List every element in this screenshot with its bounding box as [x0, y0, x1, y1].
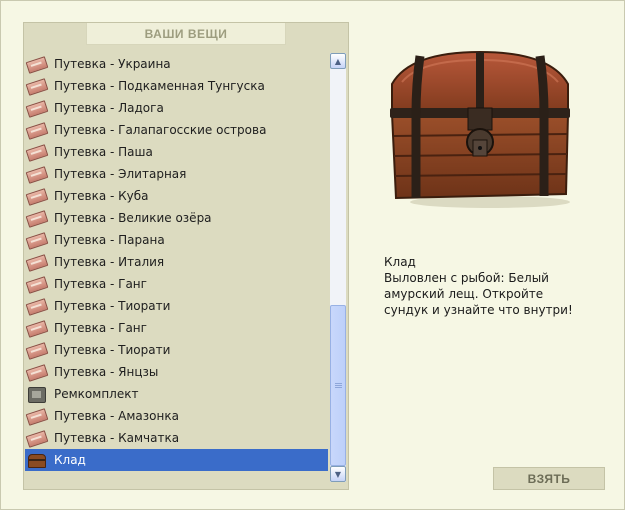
list-item-label: Путевка - Ганг: [54, 277, 147, 291]
list-item[interactable]: Путевка - Ганг: [25, 317, 328, 339]
list-item[interactable]: Путевка - Паша: [25, 141, 328, 163]
list-item-label: Путевка - Тиорати: [54, 299, 171, 313]
list-item[interactable]: Путевка - Элитарная: [25, 163, 328, 185]
list-item-label: Путевка - Италия: [54, 255, 165, 269]
ticket-icon: [25, 122, 49, 140]
item-description: Выловлен с рыбой: Белый амурский лещ. От…: [384, 271, 573, 317]
list-item[interactable]: Путевка - Ганг: [25, 273, 328, 295]
list-item-label: Путевка - Галапагосские острова: [54, 123, 267, 137]
grip-icon: [334, 382, 342, 389]
list-item-label: Путевка - Амазонка: [54, 409, 179, 423]
treasure-chest-icon: [390, 50, 570, 208]
item-detail-panel: Клад Выловлен с рыбой: Белый амурский ле…: [348, 22, 602, 488]
list-item[interactable]: Ремкомплект: [25, 383, 328, 405]
ticket-icon: [25, 210, 49, 228]
ticket-icon: [25, 78, 49, 96]
list-item-label: Путевка - Камчатка: [54, 431, 180, 445]
list-item[interactable]: Путевка - Ладога: [25, 97, 328, 119]
repair-kit-icon: [26, 386, 46, 403]
list-item-label: Путевка - Парана: [54, 233, 165, 247]
list-item[interactable]: Путевка - Подкаменная Тунгуска: [25, 75, 328, 97]
list-item[interactable]: Путевка - Галапагосские острова: [25, 119, 328, 141]
ticket-icon: [25, 56, 49, 74]
list-item-label: Ремкомплект: [54, 387, 139, 401]
list-item-label: Путевка - Янцзы: [54, 365, 159, 379]
list-item[interactable]: Путевка - Парана: [25, 229, 328, 251]
item-name: Клад: [384, 255, 416, 269]
scroll-up-button[interactable]: ▲: [330, 53, 346, 69]
treasure-chest-icon: [26, 452, 46, 468]
ticket-icon: [25, 188, 49, 206]
list-item-label: Путевка - Куба: [54, 189, 149, 203]
ticket-icon: [25, 254, 49, 272]
ticket-icon: [25, 276, 49, 294]
list-item-label: Путевка - Ладога: [54, 101, 164, 115]
list-item[interactable]: Путевка - Амазонка: [25, 405, 328, 427]
list-item[interactable]: Путевка - Тиорати: [25, 339, 328, 361]
list-item[interactable]: Путевка - Куба: [25, 185, 328, 207]
ticket-icon: [25, 232, 49, 250]
list-item[interactable]: Путевка - Великие озёра: [25, 207, 328, 229]
list-item[interactable]: Клад: [25, 449, 328, 471]
panel-title: ВАШИ ВЕЩИ: [86, 23, 286, 45]
list-item[interactable]: Путевка - Италия: [25, 251, 328, 273]
ticket-icon: [25, 100, 49, 118]
list-item-label: Путевка - Ганг: [54, 321, 147, 335]
scrollbar[interactable]: ▲ ▼: [330, 53, 346, 482]
list-item[interactable]: Путевка - Украина: [25, 53, 328, 75]
scroll-down-button[interactable]: ▼: [330, 466, 346, 482]
ticket-icon: [25, 342, 49, 360]
list-item-label: Путевка - Великие озёра: [54, 211, 212, 225]
ticket-icon: [25, 364, 49, 382]
list-item-label: Клад: [54, 453, 86, 467]
list-item[interactable]: Путевка - Янцзы: [25, 361, 328, 383]
take-button[interactable]: ВЗЯТЬ: [493, 467, 605, 490]
list-item-label: Путевка - Паша: [54, 145, 153, 159]
scroll-thumb[interactable]: [330, 305, 346, 466]
ticket-icon: [25, 166, 49, 184]
item-list[interactable]: Путевка - Украина Путевка - Подкаменная Т…: [25, 53, 328, 482]
item-description-block: Клад Выловлен с рыбой: Белый амурский ле…: [384, 254, 574, 318]
list-item-label: Путевка - Элитарная: [54, 167, 187, 181]
ticket-icon: [25, 298, 49, 316]
ticket-icon: [25, 144, 49, 162]
list-item[interactable]: Путевка - Камчатка: [25, 427, 328, 449]
inventory-panel: ВАШИ ВЕЩИ Путевка - Украина Путевка - Под…: [23, 22, 349, 490]
list-item-label: Путевка - Украина: [54, 57, 171, 71]
list-item-label: Путевка - Тиорати: [54, 343, 171, 357]
ticket-icon: [25, 320, 49, 338]
ticket-icon: [25, 408, 49, 426]
ticket-icon: [25, 430, 49, 448]
list-item[interactable]: Путевка - Тиорати: [25, 295, 328, 317]
list-item-label: Путевка - Подкаменная Тунгуска: [54, 79, 265, 93]
